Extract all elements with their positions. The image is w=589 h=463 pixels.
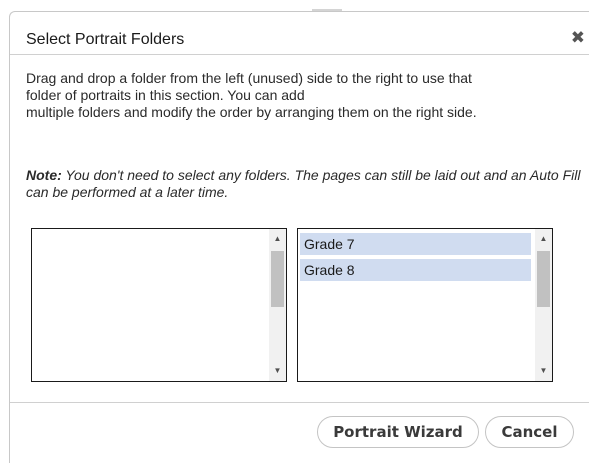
instructions-line: Drag and drop a folder from the left (un…	[26, 70, 472, 86]
unused-folders-list[interactable]: ▲ ▼	[31, 228, 287, 382]
note-label: Note:	[26, 167, 62, 183]
instructions-line: multiple folders and modify the order by…	[26, 104, 477, 120]
select-portrait-folders-dialog: Select Portrait Folders ✖ Drag and drop …	[9, 11, 589, 463]
instructions-text: Drag and drop a folder from the left (un…	[26, 70, 581, 121]
scrollbar-thumb[interactable]	[537, 251, 550, 307]
scroll-down-arrow-icon[interactable]: ▼	[269, 363, 286, 379]
unused-list-scrollbar[interactable]: ▲ ▼	[269, 229, 286, 381]
cancel-button[interactable]: Cancel	[485, 416, 574, 448]
footer-divider	[10, 402, 589, 403]
scrollbar-thumb[interactable]	[271, 251, 284, 307]
note-text: Note: You don't need to select any folde…	[26, 167, 581, 201]
scroll-up-arrow-icon[interactable]: ▲	[535, 231, 552, 247]
title-divider	[10, 54, 589, 55]
selected-folders-items: Grade 7 Grade 8	[300, 233, 531, 285]
scroll-down-arrow-icon[interactable]: ▼	[535, 363, 552, 379]
selected-list-scrollbar[interactable]: ▲ ▼	[535, 229, 552, 381]
note-body: You don't need to select any folders. Th…	[26, 167, 581, 200]
selected-folders-list[interactable]: Grade 7 Grade 8 ▲ ▼	[297, 228, 553, 382]
scroll-up-arrow-icon[interactable]: ▲	[269, 231, 286, 247]
instructions-line: folder of portraits in this section. You…	[26, 87, 305, 103]
dialog-title: Select Portrait Folders	[26, 31, 185, 48]
close-icon[interactable]: ✖	[571, 28, 585, 48]
list-item-grade-8[interactable]: Grade 8	[300, 259, 531, 281]
portrait-wizard-button[interactable]: Portrait Wizard	[317, 416, 479, 448]
list-item-grade-7[interactable]: Grade 7	[300, 233, 531, 255]
